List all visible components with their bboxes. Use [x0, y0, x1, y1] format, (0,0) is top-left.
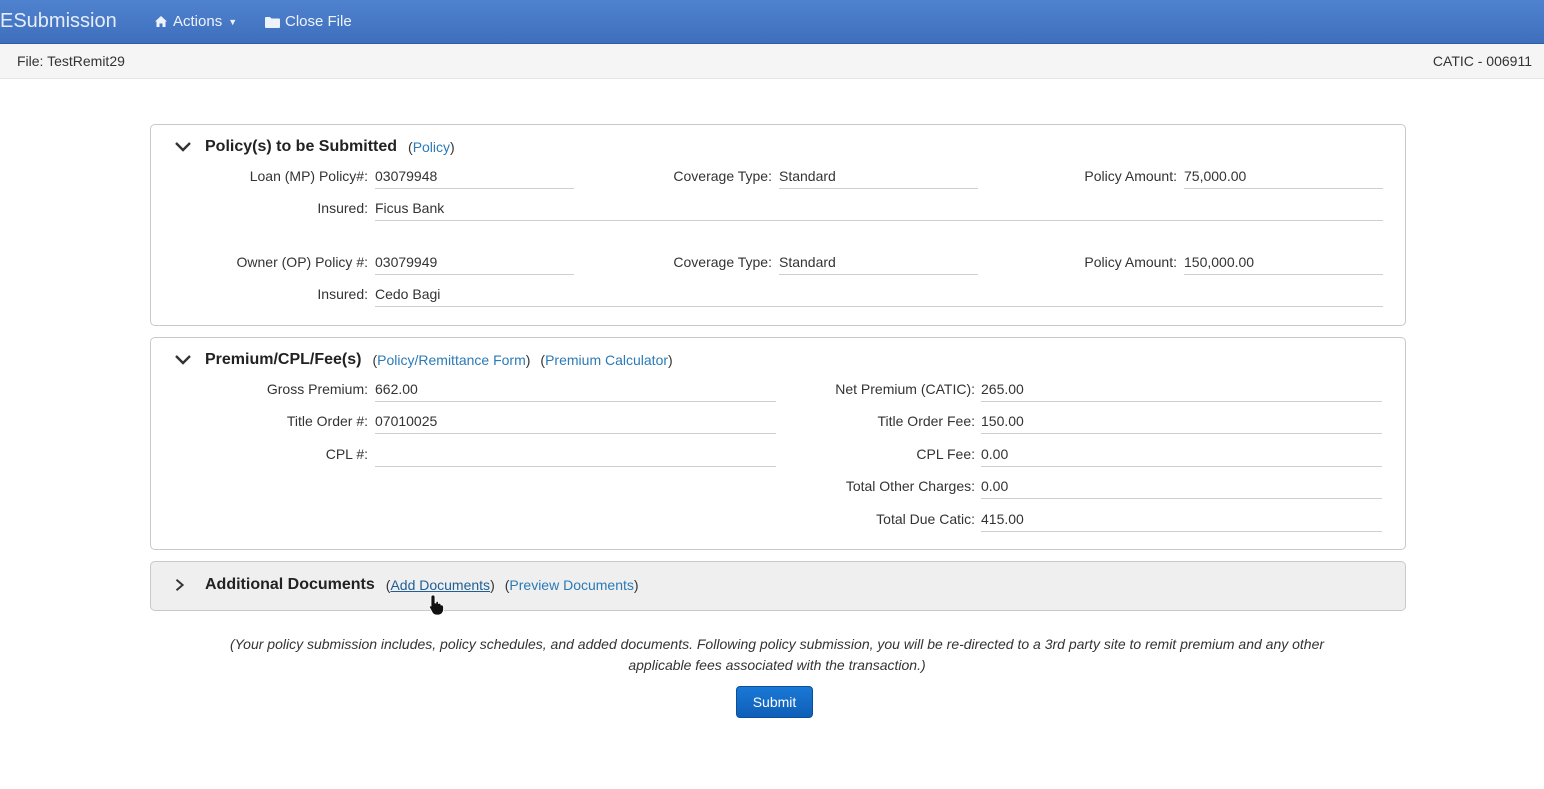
chevron-right-icon[interactable] [173, 578, 187, 592]
top-navbar: ESubmission Actions ▼ Close File [0, 0, 1544, 44]
owner-policy-label: Owner (OP) Policy #: [236, 254, 368, 270]
loan-policy-number-field[interactable]: 03079948 [375, 168, 574, 189]
title-order-fee-label: Title Order Fee: [877, 413, 975, 429]
documents-title: Additional Documents [205, 576, 375, 593]
note-line-1: (Your policy submission includes, policy… [229, 636, 1325, 652]
net-premium-field[interactable]: 265.00 [981, 381, 1382, 402]
loan-insured-label: Insured: [317, 200, 368, 216]
folder-icon [265, 16, 280, 28]
submit-button[interactable]: Submit [736, 686, 813, 718]
title-order-label: Title Order #: [286, 413, 368, 429]
cpl-number-field[interactable] [375, 446, 776, 467]
hand-cursor-icon [429, 594, 444, 616]
total-due-label: Total Due Catic: [876, 511, 975, 527]
premium-calculator-link[interactable]: Premium Calculator [545, 352, 668, 368]
note-line-2: applicable fees associated with the tran… [628, 657, 926, 673]
owner-policy-number-field[interactable]: 03079949 [375, 254, 574, 275]
documents-panel: Additional Documents (Add Documents) (Pr… [150, 561, 1406, 611]
remittance-form-link[interactable]: Policy/Remittance Form [377, 352, 526, 368]
home-icon [155, 16, 167, 27]
premium-title: Premium/CPL/Fee(s) [205, 351, 362, 368]
caret-down-icon: ▼ [228, 16, 238, 27]
title-order-field[interactable]: 07010025 [375, 413, 776, 434]
policies-panel: Policy(s) to be Submitted (Policy) Loan … [150, 124, 1406, 326]
loan-policy-label: Loan (MP) Policy#: [249, 168, 368, 184]
close-file-button[interactable]: Close File [265, 13, 352, 30]
owner-coverage-type-field[interactable]: Standard [779, 254, 978, 275]
app-brand[interactable]: ESubmission [0, 10, 117, 33]
policies-header[interactable]: Policy(s) to be Submitted (Policy) [173, 138, 455, 156]
total-due-field[interactable]: 415.00 [981, 511, 1382, 532]
cpl-fee-label: CPL Fee: [916, 446, 975, 462]
agent-id: CATIC - 006911 [1432, 53, 1532, 69]
owner-policy-amount-field[interactable]: 150,000.00 [1184, 254, 1383, 275]
close-file-label: Close File [285, 13, 352, 30]
preview-documents-link[interactable]: Preview Documents [509, 577, 634, 593]
gross-premium-field[interactable]: 662.00 [375, 381, 776, 402]
loan-policy-amount-field[interactable]: 75,000.00 [1184, 168, 1383, 189]
policy-link[interactable]: Policy [413, 139, 450, 155]
loan-coverage-type-field[interactable]: Standard [779, 168, 978, 189]
loan-insured-field[interactable]: Ficus Bank [375, 200, 1383, 221]
cpl-fee-field[interactable]: 0.00 [981, 446, 1382, 467]
chevron-down-icon[interactable] [173, 353, 193, 367]
net-premium-label: Net Premium (CATIC): [835, 381, 975, 397]
cpl-number-label: CPL #: [325, 446, 368, 462]
submission-note: (Your policy submission includes, policy… [150, 634, 1404, 676]
file-info-bar: File: TestRemit29 CATIC - 006911 [0, 44, 1544, 79]
gross-premium-label: Gross Premium: [266, 381, 368, 397]
actions-menu[interactable]: Actions ▼ [154, 13, 237, 30]
owner-insured-label: Insured: [317, 286, 368, 302]
other-charges-field[interactable]: 0.00 [981, 478, 1382, 499]
owner-coverage-label: Coverage Type: [673, 254, 772, 270]
documents-header[interactable]: Additional Documents (Add Documents) (Pr… [173, 576, 639, 594]
actions-label: Actions [173, 13, 223, 30]
policies-title: Policy(s) to be Submitted [205, 138, 398, 155]
file-name: File: TestRemit29 [17, 53, 125, 69]
premium-header[interactable]: Premium/CPL/Fee(s) (Policy/Remittance Fo… [173, 351, 673, 369]
chevron-down-icon[interactable] [173, 140, 193, 154]
loan-coverage-label: Coverage Type: [673, 168, 772, 184]
other-charges-label: Total Other Charges: [845, 478, 975, 494]
premium-panel: Premium/CPL/Fee(s) (Policy/Remittance Fo… [150, 337, 1406, 550]
add-documents-link[interactable]: Add Documents [390, 577, 490, 593]
loan-amount-label: Policy Amount: [1084, 168, 1177, 184]
owner-amount-label: Policy Amount: [1084, 254, 1177, 270]
owner-insured-field[interactable]: Cedo Bagi [375, 286, 1383, 307]
title-order-fee-field[interactable]: 150.00 [981, 413, 1382, 434]
